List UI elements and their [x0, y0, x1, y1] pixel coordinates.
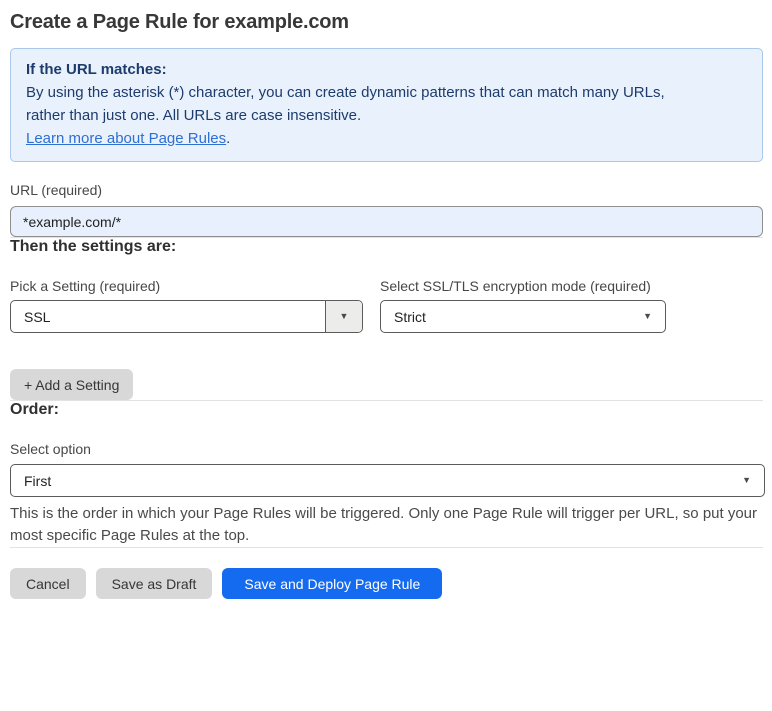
order-help-text: This is the order in which your Page Rul…: [10, 503, 763, 547]
order-select-value: First: [24, 472, 52, 489]
url-field-label: URL (required): [10, 182, 103, 198]
info-box-heading: If the URL matches:: [26, 61, 167, 78]
settings-row: Pick a Setting (required) SSL ▼ Select S…: [10, 278, 763, 333]
page-title: Create a Page Rule for example.com: [10, 11, 349, 33]
chevron-down-icon: ▼: [643, 311, 652, 321]
info-link-row: Learn more about Page Rules.: [26, 127, 747, 150]
add-setting-button[interactable]: + Add a Setting: [10, 369, 134, 400]
order-select[interactable]: First ▼: [10, 464, 765, 497]
setting-select-value: SSL: [24, 308, 51, 325]
setting-picker-column: Pick a Setting (required) SSL ▼: [10, 278, 363, 333]
ssl-mode-column: Select SSL/TLS encryption mode (required…: [380, 278, 666, 333]
save-as-draft-button[interactable]: Save as Draft: [95, 568, 213, 599]
order-select-label: Select option: [10, 441, 91, 457]
info-box-body-line: By using the asterisk (*) character, you…: [26, 84, 665, 101]
save-and-deploy-button[interactable]: Save and Deploy Page Rule: [222, 568, 443, 599]
setting-select[interactable]: SSL ▼: [10, 300, 363, 333]
ssl-mode-label: Select SSL/TLS encryption mode (required…: [380, 278, 651, 294]
chevron-down-icon: ▼: [339, 311, 349, 321]
order-help-line: This is the order in which your Page Rul…: [10, 505, 758, 522]
ssl-mode-select[interactable]: Strict ▼: [380, 300, 666, 333]
link-period: .: [226, 130, 231, 147]
order-section-heading: Order:: [10, 401, 59, 418]
learn-more-link[interactable]: Learn more about Page Rules: [26, 130, 226, 147]
settings-section-heading: Then the settings are:: [10, 238, 177, 255]
setting-picker-label: Pick a Setting (required): [10, 278, 161, 294]
footer-divider: [10, 547, 763, 548]
footer-actions: Cancel Save as Draft Save and Deploy Pag…: [10, 568, 763, 599]
create-page-rule-form: Create a Page Rule for example.com If th…: [0, 0, 772, 599]
ssl-mode-select-value: Strict: [394, 308, 426, 325]
url-match-info-box: If the URL matches: By using the asteris…: [10, 48, 763, 162]
url-input[interactable]: [10, 206, 763, 237]
setting-select-arrow-button[interactable]: ▼: [325, 301, 362, 332]
cancel-button[interactable]: Cancel: [10, 568, 86, 599]
chevron-down-icon: ▼: [742, 475, 751, 485]
order-help-line: most specific Page Rules at the top.: [10, 527, 250, 544]
info-box-body-line: rather than just one. All URLs are case …: [26, 107, 362, 124]
